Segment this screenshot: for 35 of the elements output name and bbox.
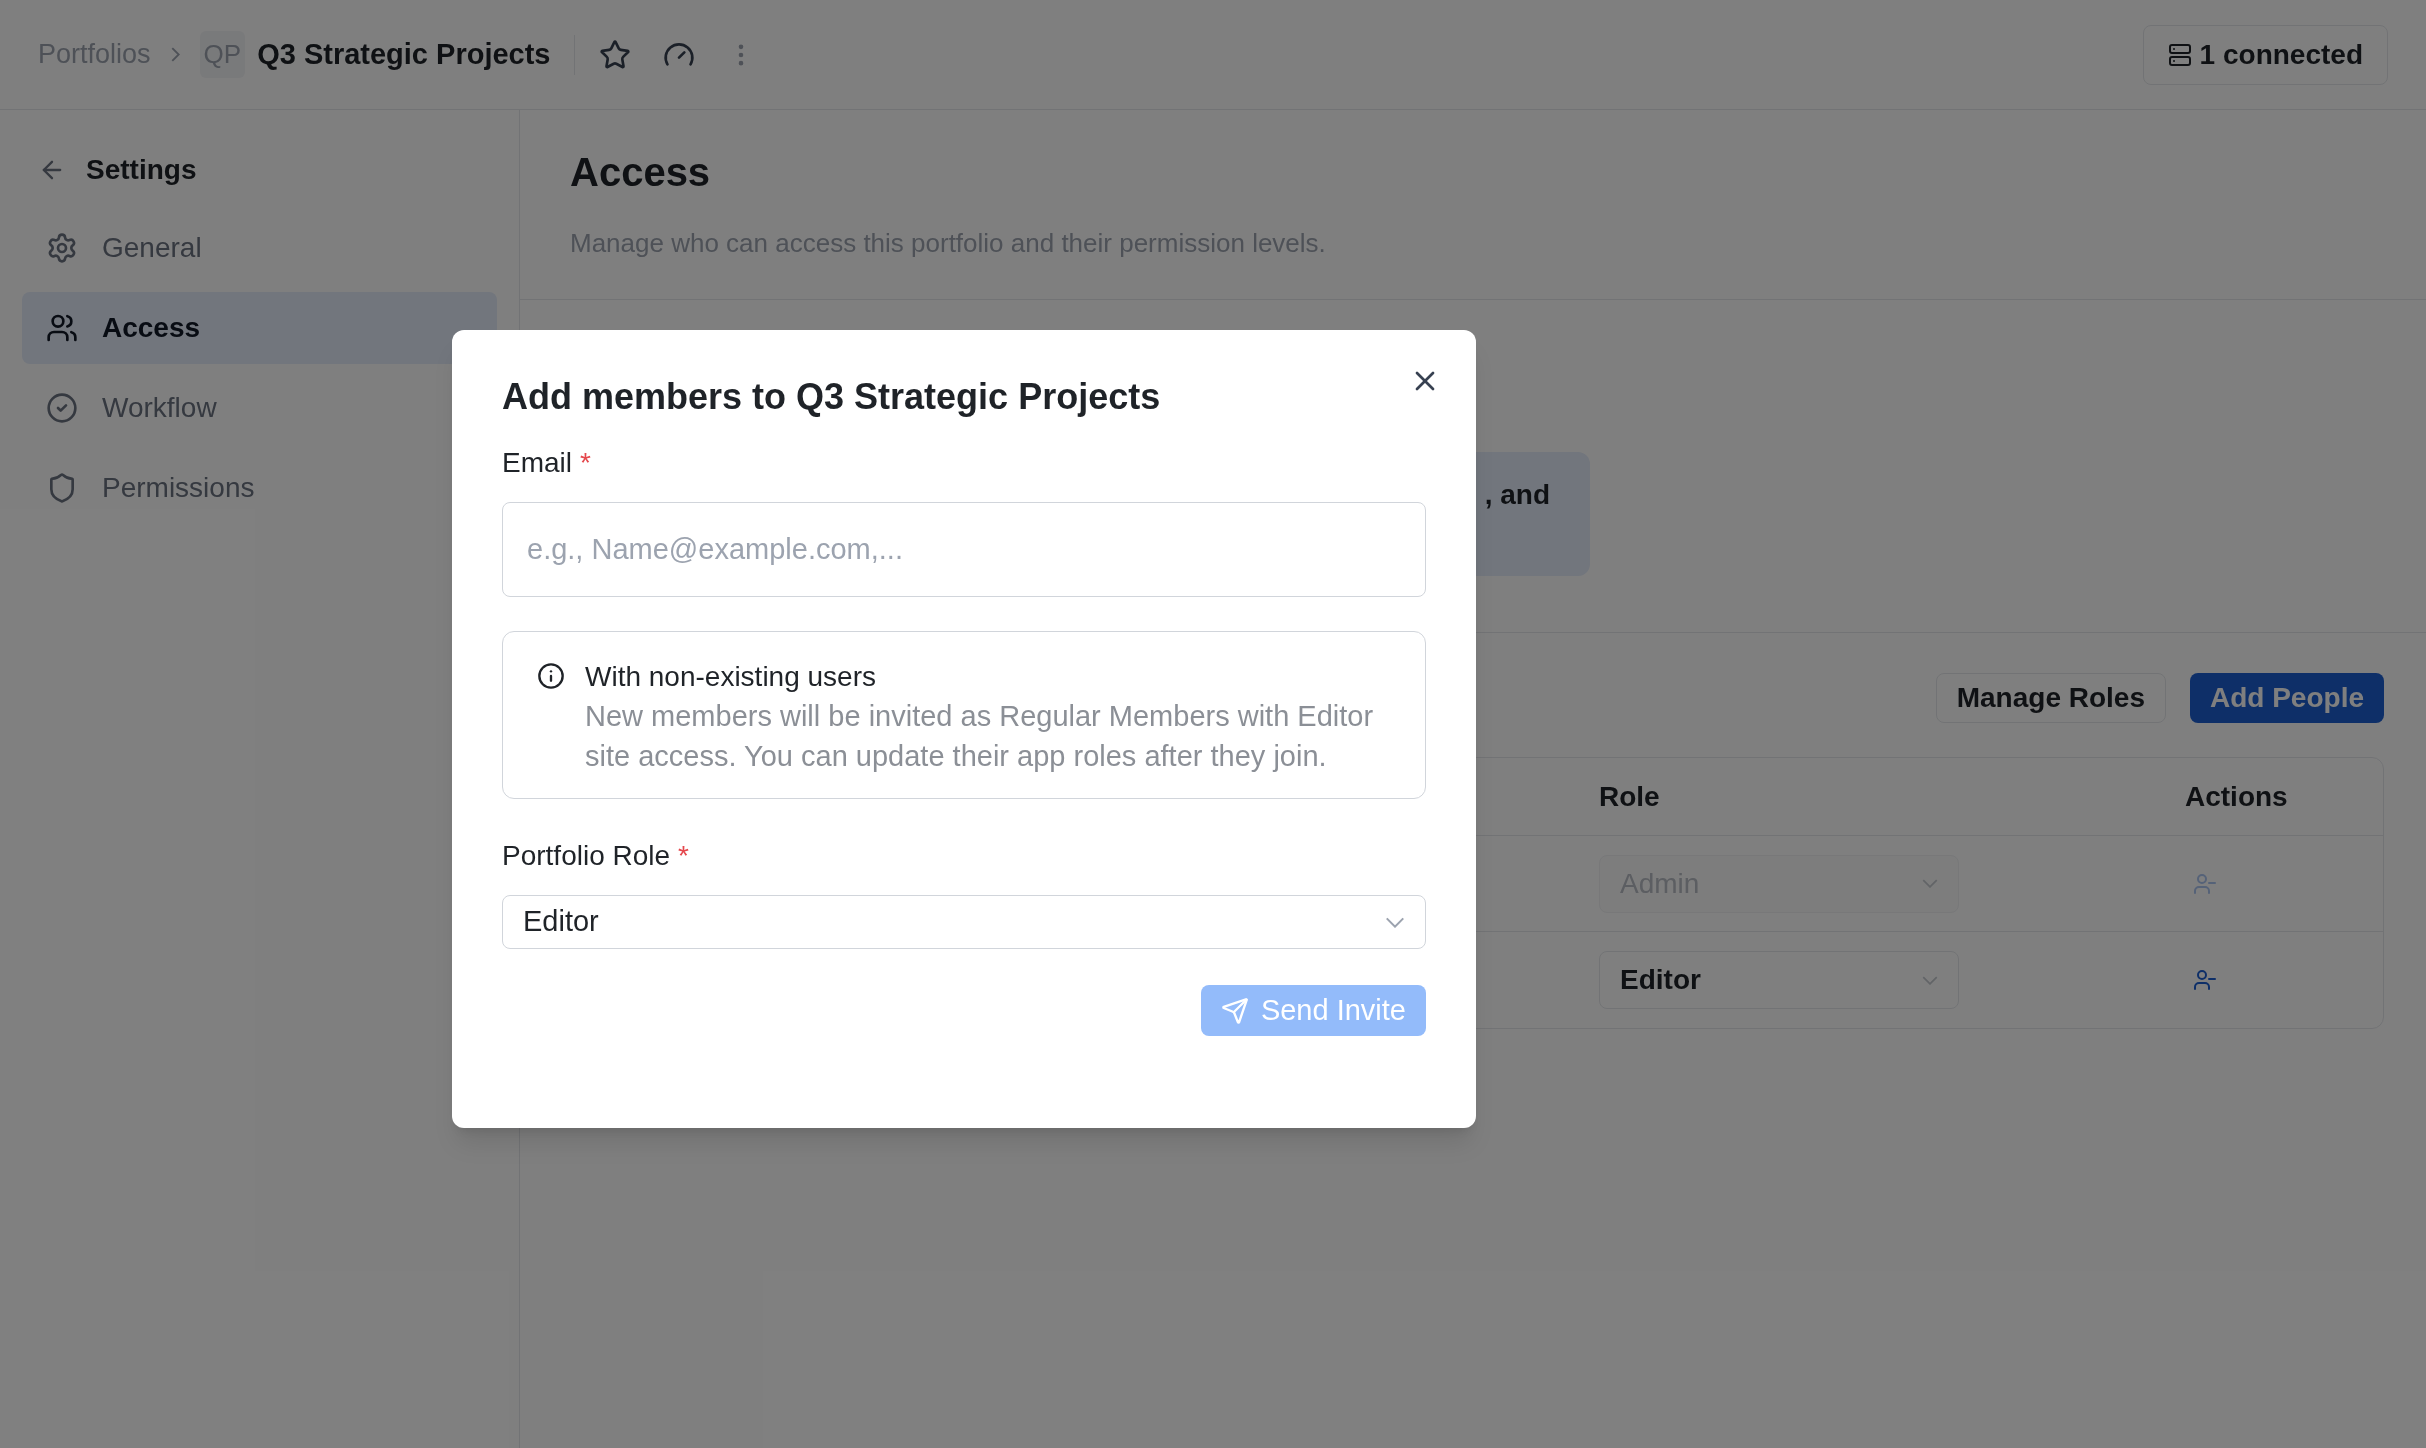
chevron-down-icon: [1922, 975, 1938, 985]
sidebar-item[interactable]: Permissions: [22, 452, 497, 524]
remove-user-icon[interactable]: [2193, 968, 2217, 992]
star-icon[interactable]: [599, 38, 632, 71]
connection-button[interactable]: 1 connected: [2142, 24, 2388, 85]
column-header: Actions: [2185, 779, 2288, 814]
sidebar-item[interactable]: Workflow: [22, 372, 497, 444]
send-icon: [1220, 996, 1249, 1025]
check-circle-icon: [46, 392, 78, 424]
required-asterisk: *: [580, 447, 591, 478]
chevron-down-icon: [1385, 916, 1405, 928]
field-label: Email *: [502, 446, 592, 480]
sidebar-item[interactable]: Access: [22, 292, 497, 364]
field-label: Portfolio Role *: [502, 839, 690, 873]
page-title: Access: [570, 149, 712, 196]
info-title: With non-existing users: [585, 660, 877, 694]
users-icon: [46, 312, 78, 344]
manage-roles-button[interactable]: Manage Roles: [1935, 673, 2166, 723]
chevron-right-icon: [170, 47, 180, 62]
column-header: Role: [1599, 779, 1661, 814]
sidebar-item[interactable]: General: [22, 212, 497, 284]
add-people-button[interactable]: Add People: [2190, 673, 2384, 723]
required-asterisk: *: [678, 840, 689, 871]
dialog-title: Add members to Q3 Strategic Projects: [502, 375, 1162, 419]
chevron-down-icon: [1922, 879, 1938, 888]
info-icon: [537, 662, 565, 690]
project-title: Q3 Strategic Projects: [257, 36, 551, 72]
back-link[interactable]: Settings: [22, 146, 213, 194]
email-field[interactable]: e.g., Name@example.com,...: [502, 502, 1426, 597]
notice-text: , and: [1484, 478, 1550, 512]
server-icon: [2167, 42, 2192, 67]
info-text: New members will be invited as Regular Members with Editor site access. You can update their app roles after they join.: [585, 699, 1375, 774]
role-select[interactable]: Editor: [502, 895, 1426, 949]
role-select[interactable]: Editor: [1599, 951, 1959, 1009]
gear-icon: [46, 232, 78, 264]
